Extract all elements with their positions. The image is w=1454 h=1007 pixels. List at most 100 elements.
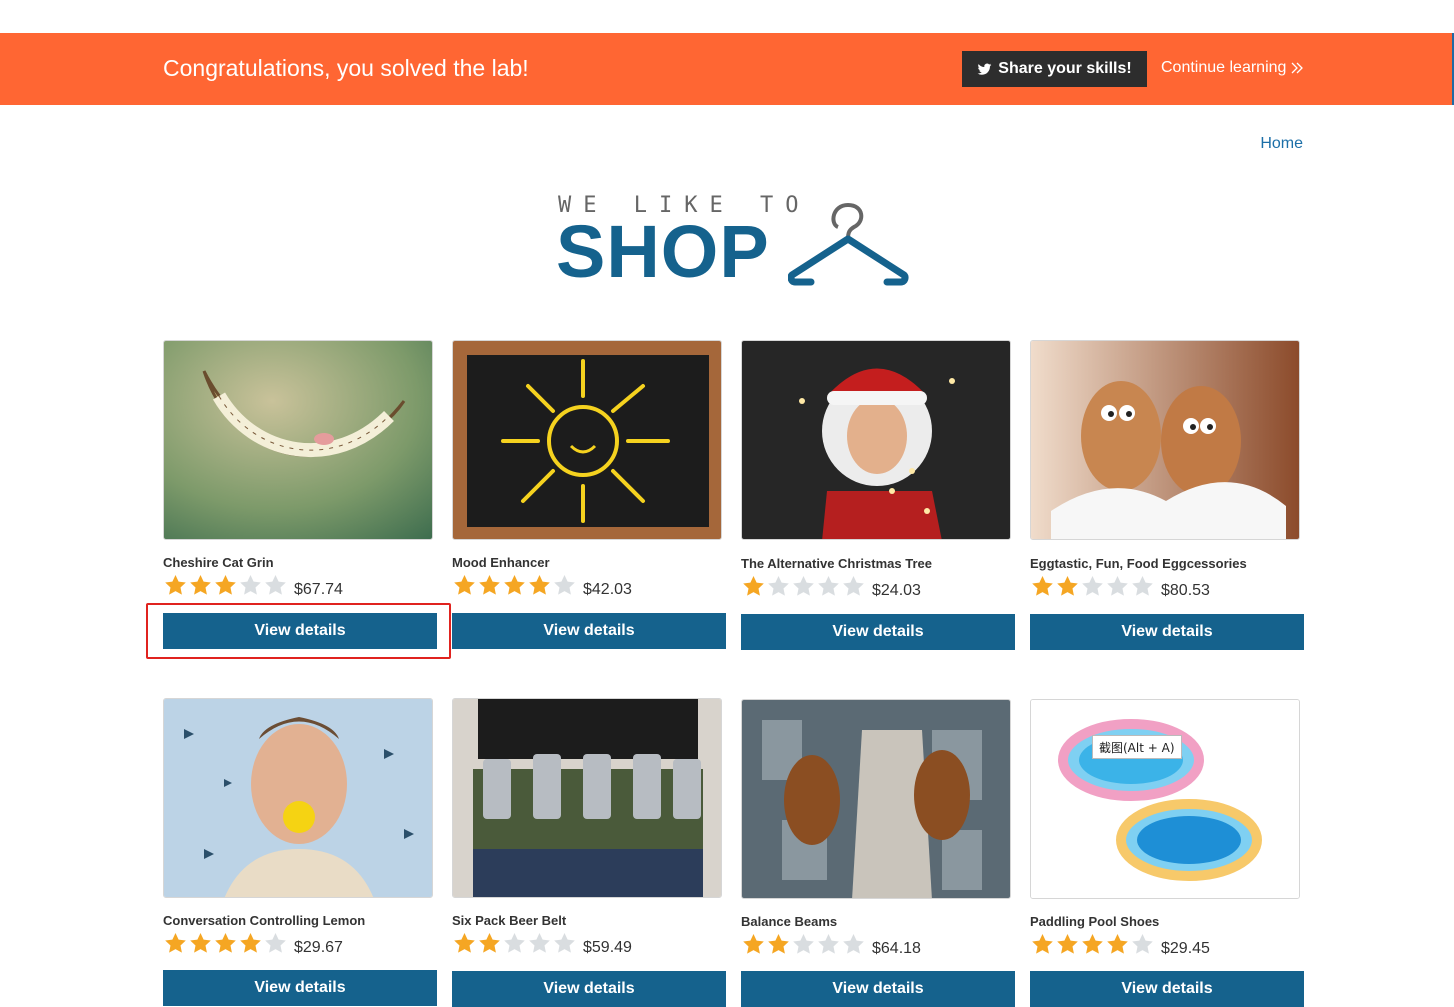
star-empty-icon xyxy=(529,933,550,953)
chalkboard-sun-image xyxy=(453,341,721,539)
product-image[interactable] xyxy=(741,699,1011,899)
nav-home-link[interactable]: Home xyxy=(1260,135,1303,153)
star-filled-icon xyxy=(529,575,550,595)
star-filled-icon xyxy=(1107,934,1128,954)
product-image[interactable] xyxy=(1030,340,1300,540)
star-empty-icon xyxy=(768,576,789,596)
star-filled-icon xyxy=(1032,934,1053,954)
star-empty-icon xyxy=(843,576,864,596)
star-empty-icon xyxy=(265,575,286,595)
star-empty-icon xyxy=(818,576,839,596)
city-beam-image xyxy=(742,700,1010,898)
product-image[interactable] xyxy=(452,698,722,898)
continue-learning-link[interactable]: Continue learning xyxy=(1161,59,1304,77)
view-details-button[interactable]: View details xyxy=(452,971,726,1007)
star-empty-icon xyxy=(843,934,864,954)
share-skills-label: Share your skills! xyxy=(998,60,1132,77)
star-filled-icon xyxy=(743,934,764,954)
star-filled-icon xyxy=(165,575,186,595)
view-details-button[interactable]: View details xyxy=(163,613,437,649)
star-empty-icon xyxy=(793,934,814,954)
twitter-icon xyxy=(977,63,992,75)
star-filled-icon xyxy=(743,576,764,596)
product-rating: $24.03 xyxy=(741,575,921,602)
product-rating: $67.74 xyxy=(163,574,343,601)
paddling-pools-image xyxy=(1031,700,1299,898)
star-filled-icon xyxy=(504,575,525,595)
continue-learning-label: Continue learning xyxy=(1161,59,1287,76)
product-name: Mood Enhancer xyxy=(452,555,550,570)
lab-solved-banner: Congratulations, you solved the lab! Sha… xyxy=(0,33,1454,105)
santa-lights-image xyxy=(742,341,1010,539)
product-image[interactable] xyxy=(1030,699,1300,899)
double-chevron-right-icon xyxy=(1291,62,1304,74)
product-rating: $42.03 xyxy=(452,574,632,601)
star-empty-icon xyxy=(554,933,575,953)
product-name: Cheshire Cat Grin xyxy=(163,555,274,570)
product-rating: $29.67 xyxy=(163,932,343,959)
star-empty-icon xyxy=(818,934,839,954)
hanger-icon xyxy=(788,202,909,286)
view-details-button[interactable]: View details xyxy=(1030,614,1304,650)
star-filled-icon xyxy=(190,933,211,953)
star-filled-icon xyxy=(215,933,236,953)
star-filled-icon xyxy=(1057,576,1078,596)
star-empty-icon xyxy=(265,933,286,953)
view-details-button[interactable]: View details xyxy=(741,971,1015,1007)
star-empty-icon xyxy=(504,933,525,953)
star-filled-icon xyxy=(479,575,500,595)
product-name: Paddling Pool Shoes xyxy=(1030,914,1160,929)
product-price: $24.03 xyxy=(872,581,921,599)
view-details-button[interactable]: View details xyxy=(741,614,1015,650)
star-filled-icon xyxy=(240,933,261,953)
product-rating: $59.49 xyxy=(452,932,632,959)
man-lemon-image xyxy=(164,699,432,897)
product-name: Eggtastic, Fun, Food Eggcessories xyxy=(1030,556,1247,571)
star-filled-icon xyxy=(454,933,475,953)
banner-title: Congratulations, you solved the lab! xyxy=(163,55,529,81)
product-name: Balance Beams xyxy=(741,914,838,929)
screenshot-tooltip: 截图(Alt + A) xyxy=(1092,735,1182,759)
star-filled-icon xyxy=(1032,576,1053,596)
product-image[interactable] xyxy=(163,340,433,540)
view-details-button[interactable]: View details xyxy=(163,970,437,1006)
star-filled-icon xyxy=(190,575,211,595)
product-name: The Alternative Christmas Tree xyxy=(741,556,932,571)
product-price: $80.53 xyxy=(1161,581,1210,599)
view-details-button[interactable]: View details xyxy=(452,613,726,649)
product-price: $42.03 xyxy=(583,580,632,598)
logo-wordmark: SHOP xyxy=(556,210,770,293)
star-filled-icon xyxy=(1082,934,1103,954)
star-filled-icon xyxy=(454,575,475,595)
product-price: $29.67 xyxy=(294,938,343,956)
site-logo[interactable]: WE LIKE TO SHOP xyxy=(556,193,916,293)
product-image[interactable] xyxy=(452,340,722,540)
product-price: $67.74 xyxy=(294,580,343,598)
star-empty-icon xyxy=(1132,934,1153,954)
product-image[interactable] xyxy=(163,698,433,898)
cheshire-grin-image xyxy=(164,341,432,539)
product-name: Six Pack Beer Belt xyxy=(452,913,567,928)
beer-belt-image xyxy=(453,699,721,897)
product-rating: $64.18 xyxy=(741,933,921,960)
star-empty-icon xyxy=(554,575,575,595)
star-empty-icon xyxy=(1107,576,1128,596)
product-price: $64.18 xyxy=(872,939,921,957)
eggs-feathers-image xyxy=(1031,341,1299,539)
star-filled-icon xyxy=(1057,934,1078,954)
product-rating: $80.53 xyxy=(1030,575,1210,602)
star-empty-icon xyxy=(793,576,814,596)
star-filled-icon xyxy=(165,933,186,953)
star-filled-icon xyxy=(768,934,789,954)
share-skills-button[interactable]: Share your skills! xyxy=(962,51,1147,87)
view-details-button[interactable]: View details xyxy=(1030,971,1304,1007)
product-price: $29.45 xyxy=(1161,939,1210,957)
star-empty-icon xyxy=(1082,576,1103,596)
star-empty-icon xyxy=(1132,576,1153,596)
product-rating: $29.45 xyxy=(1030,933,1210,960)
star-filled-icon xyxy=(215,575,236,595)
product-price: $59.49 xyxy=(583,938,632,956)
star-filled-icon xyxy=(479,933,500,953)
star-empty-icon xyxy=(240,575,261,595)
product-image[interactable] xyxy=(741,340,1011,540)
